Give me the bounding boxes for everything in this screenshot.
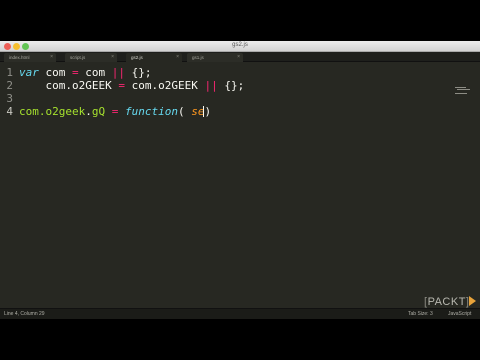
syntax-selector[interactable]: JavaScript <box>448 311 471 317</box>
minimap-line <box>455 87 466 88</box>
minimap-line <box>457 89 470 90</box>
code-token: = <box>72 66 79 79</box>
code-token: || <box>111 66 125 79</box>
tab-gs1-js[interactable]: gs1.js × <box>187 53 243 62</box>
code-token: com.o2geek <box>19 105 86 118</box>
tab-size-selector[interactable]: Tab Size: 3 <box>408 311 433 317</box>
code-token: ) <box>204 105 212 118</box>
code-token: . <box>85 105 92 118</box>
cursor-position: Line 4, Column 29 <box>4 311 45 317</box>
code-line[interactable]: com.o2GEEK = com.o2GEEK || {}; <box>19 79 244 92</box>
tab-bar: index.html × script.js × gs2.js × gs1.js… <box>0 52 480 62</box>
code-editor[interactable]: 1 2 3 4 var com = com || {}; com.o2GEEK … <box>0 63 480 308</box>
code-line[interactable]: var com = com || {}; <box>19 66 152 79</box>
code-token: {}; <box>125 66 152 79</box>
code-token: = <box>118 79 125 92</box>
play-icon <box>469 296 476 306</box>
line-number-gutter: 1 2 3 4 <box>0 63 16 308</box>
line-number: 3 <box>6 92 13 105</box>
line-number: 1 <box>6 66 13 79</box>
code-line[interactable]: com.o2geek.gQ = function( se) <box>19 105 211 118</box>
tab-label: gs1.js <box>192 55 204 60</box>
code-token: com.o2GEEK <box>124 79 205 92</box>
minimap[interactable] <box>455 87 471 95</box>
code-token: se <box>191 105 205 118</box>
tab-close-icon[interactable]: × <box>111 53 114 62</box>
editor-window: gs2.js index.html × script.js × gs2.js ×… <box>0 41 480 319</box>
logo-text: PACKT <box>427 296 466 308</box>
code-token: gQ <box>91 105 106 118</box>
code-token: {}; <box>217 79 245 92</box>
line-number: 4 <box>6 105 13 118</box>
code-token: function <box>124 105 178 118</box>
window-title: gs2.js <box>232 42 248 48</box>
code-token: var <box>19 66 39 79</box>
tab-close-icon[interactable]: × <box>176 53 179 62</box>
code-token: || <box>204 79 218 92</box>
tab-label: gs2.js <box>131 55 143 60</box>
tab-index-html[interactable]: index.html × <box>4 53 56 62</box>
code-token: ( <box>177 105 192 118</box>
tab-script-js[interactable]: script.js × <box>65 53 117 62</box>
code-token: com.o2GEEK <box>19 79 119 92</box>
tab-gs2-js[interactable]: gs2.js × <box>126 53 182 62</box>
minimap-line <box>455 93 467 94</box>
tab-label: script.js <box>70 55 86 60</box>
title-bar: gs2.js <box>0 41 480 52</box>
code-token: com <box>78 66 112 79</box>
tab-label: index.html <box>9 55 30 60</box>
status-bar: Line 4, Column 29 Tab Size: 3 JavaScript <box>0 308 480 319</box>
code-token: com <box>38 66 72 79</box>
tab-close-icon[interactable]: × <box>50 53 53 62</box>
tab-close-icon[interactable]: × <box>237 53 240 62</box>
line-number: 2 <box>6 79 13 92</box>
